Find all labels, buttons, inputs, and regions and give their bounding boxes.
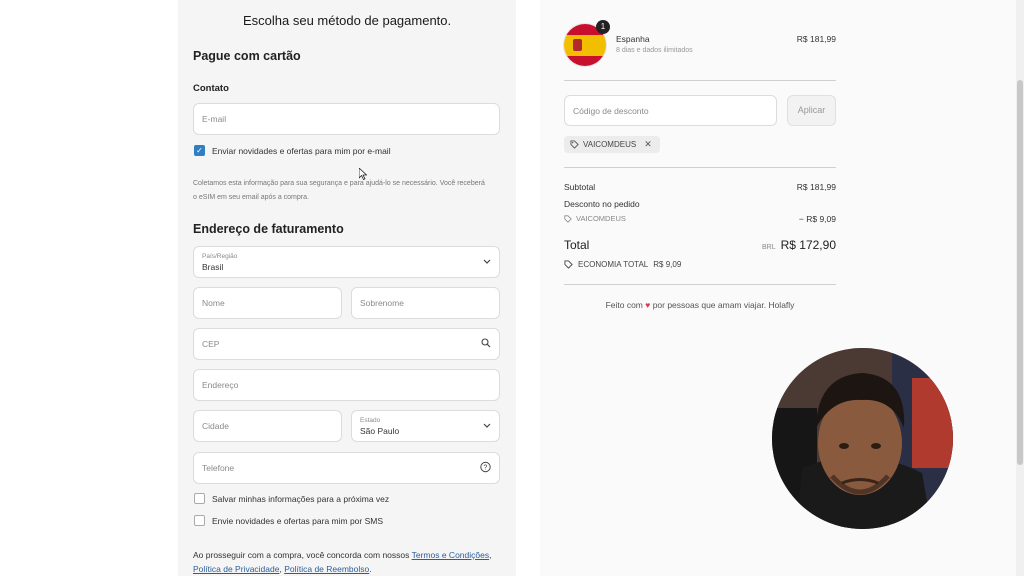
quantity-badge: 1	[596, 20, 610, 34]
product-description: 8 dias e dados ilimitados	[616, 47, 693, 54]
product-name: Espanha	[616, 34, 650, 44]
address-placeholder: Endereço	[202, 380, 239, 390]
apply-button[interactable]: Aplicar	[787, 95, 836, 126]
first-name-field[interactable]: Nome	[193, 287, 342, 319]
discount-placeholder: Código de desconto	[573, 105, 649, 116]
last-name-placeholder: Sobrenome	[360, 298, 404, 308]
total-row: BRL R$ 172,90	[762, 238, 836, 252]
sms-label: Envie novidades e ofertas para mim por S…	[212, 516, 384, 526]
presenter-video	[772, 348, 953, 529]
email-field[interactable]: E-mail	[193, 103, 500, 135]
save-info-checkbox[interactable]	[194, 493, 205, 504]
tag-icon	[564, 260, 573, 269]
order-discount-label: Desconto no pedido	[564, 199, 640, 209]
discount-value: − R$ 9,09	[798, 214, 836, 224]
close-icon[interactable]: ✕	[644, 139, 652, 150]
svg-text:?: ?	[484, 465, 488, 472]
currency-code: BRL	[761, 244, 776, 251]
save-info-label: Salvar minhas informações para a próxima…	[212, 494, 390, 504]
billing-title: Endereço de faturamento	[193, 222, 344, 236]
country-label: País/Região	[202, 253, 238, 260]
help-icon[interactable]: ?	[480, 461, 491, 475]
privacy-note-line2: o eSIM em seu email após a compra.	[193, 194, 309, 201]
newsletter-checkbox[interactable]: ✓	[194, 145, 205, 156]
tag-icon	[564, 214, 572, 223]
footer-suffix: por pessoas que amam viajar. Holafly	[652, 300, 795, 310]
contact-label: Contato	[193, 83, 229, 94]
privacy-note: Coletamos esta informação para sua segur…	[193, 177, 508, 205]
divider	[564, 80, 836, 81]
product-price: R$ 181,99	[796, 34, 836, 44]
webcam-overlay	[772, 348, 953, 529]
last-name-field[interactable]: Sobrenome	[351, 287, 500, 319]
sms-checkbox[interactable]	[194, 515, 205, 526]
cep-field[interactable]: CEP	[193, 328, 500, 360]
savings-value: R$ 9,09	[653, 260, 682, 269]
total-value: R$ 172,90	[780, 238, 836, 252]
state-select[interactable]: Estado São Paulo	[351, 410, 500, 442]
privacy-note-line1: Coletamos esta informação para sua segur…	[193, 180, 485, 187]
search-icon[interactable]	[481, 338, 491, 350]
divider	[564, 167, 836, 168]
coupon-chip: VAICOMDEUS ✕	[564, 136, 660, 153]
first-name-placeholder: Nome	[202, 298, 225, 308]
city-field[interactable]: Cidade	[193, 410, 342, 442]
page-title: Escolha seu método de pagamento.	[243, 13, 452, 28]
coupon-code: VAICOMDEUS	[583, 140, 637, 149]
country-select[interactable]: País/Região Brasil	[193, 246, 500, 278]
terms-link[interactable]: Termos e Condições	[412, 550, 489, 560]
chevron-down-icon	[483, 421, 491, 431]
savings-row: ECONOMIA TOTAL R$ 9,09	[564, 260, 681, 269]
privacy-link[interactable]: Política de Privacidade	[193, 564, 279, 574]
footer-prefix: Feito com	[605, 300, 643, 310]
subtotal-label: Subtotal	[564, 182, 596, 192]
subtotal-value: R$ 181,99	[796, 182, 836, 192]
city-placeholder: Cidade	[202, 421, 229, 431]
phone-field[interactable]: Telefone ?	[193, 452, 500, 484]
total-label: Total	[564, 238, 590, 252]
order-summary-panel	[540, 0, 1016, 576]
phone-placeholder: Telefone	[202, 463, 235, 473]
discount-code-input[interactable]: Código de desconto	[564, 95, 777, 126]
address-field[interactable]: Endereço	[193, 369, 500, 401]
email-placeholder: E-mail	[202, 114, 227, 124]
savings-label: ECONOMIA TOTAL	[578, 260, 649, 269]
scrollbar-thumb[interactable]	[1017, 80, 1023, 465]
country-value: Brasil	[202, 262, 224, 272]
heart-icon: ♥	[645, 300, 651, 310]
state-label: Estado	[360, 417, 381, 424]
newsletter-label: Enviar novidades e ofertas para mim por …	[212, 146, 391, 156]
terms-text: Ao prosseguir com a compra, você concord…	[193, 550, 492, 574]
divider	[564, 284, 836, 285]
footer-note: Feito com ♥ por pessoas que amam viajar.…	[564, 300, 836, 310]
terms-prefix: Ao prosseguir com a compra, você concord…	[193, 550, 410, 560]
chevron-down-icon	[483, 257, 491, 267]
refund-link[interactable]: Política de Reembolso	[284, 564, 369, 574]
discount-code-row: VAICOMDEUS	[564, 214, 626, 223]
card-section-title: Pague com cartão	[193, 49, 301, 63]
cep-placeholder: CEP	[202, 339, 220, 349]
state-value: São Paulo	[360, 426, 400, 436]
scrollbar[interactable]	[1016, 0, 1024, 576]
discount-code: VAICOMDEUS	[576, 214, 626, 223]
tag-icon	[570, 140, 579, 149]
